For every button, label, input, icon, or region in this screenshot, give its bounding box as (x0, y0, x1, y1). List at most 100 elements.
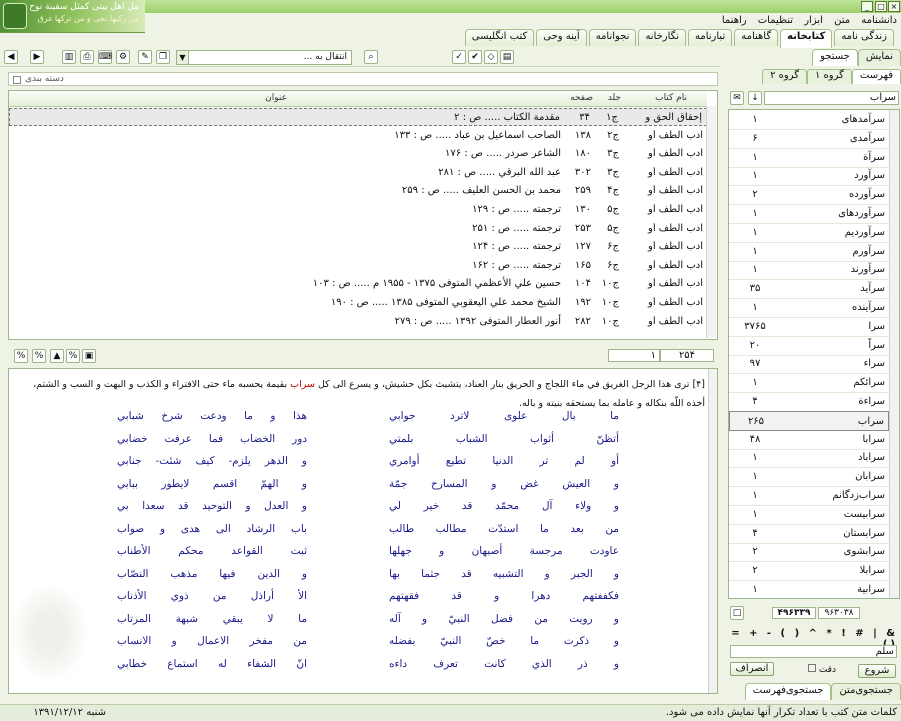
list-item[interactable]: سرابلا ۲ (729, 561, 889, 582)
table-row[interactable]: ادب الطف أو ... ج۱۰ ۱۹۲ الشيخ محمد علي اليع… (9, 294, 707, 312)
list-item[interactable]: سرابیست ۱ (729, 505, 889, 525)
tab-index[interactable]: فهرست (851, 69, 901, 84)
col-book[interactable]: نام کتاب (655, 93, 687, 103)
menu-help[interactable]: راهنما (718, 13, 751, 28)
menu-text[interactable]: متن (830, 13, 854, 28)
tab-journal[interactable]: گاهنامه (734, 29, 779, 46)
category-filter[interactable]: دسته بندی (8, 72, 718, 86)
exact-option[interactable]: دقت (796, 664, 836, 678)
tag-icon[interactable]: ◇ (484, 50, 498, 64)
start-button[interactable]: شروع (858, 664, 896, 678)
bookmark-icon[interactable]: ✔ (468, 50, 482, 64)
tab-genealogy[interactable]: تبارنامه (688, 29, 733, 46)
results-scrollbar[interactable] (706, 106, 716, 338)
menu-settings[interactable]: تنظیمات (754, 13, 797, 28)
mark-icon[interactable]: ✓ (452, 50, 466, 64)
list-item[interactable]: سراءة ۴ (729, 392, 889, 412)
menu-tools[interactable]: ابزار (800, 13, 827, 28)
list-item[interactable]: سرآة ۱ (729, 148, 889, 168)
table-row[interactable]: ادب الطف أو ... ج۵ ۱۳۰ ترجمته ..... ص : ۱۲۹ (9, 201, 707, 219)
list-item[interactable]: سرابان ۱ (729, 467, 889, 488)
tab-group-2[interactable]: گروه ۲ (762, 69, 807, 84)
tab-text-search[interactable]: جستجوی‌متن (831, 683, 901, 700)
col-title[interactable]: عنوان (265, 93, 287, 103)
image-icon[interactable]: ▣ (82, 349, 96, 363)
list-item[interactable]: سرآورد ۱ (729, 166, 889, 187)
tab-index-search[interactable]: جستجوی‌فهرست (744, 683, 832, 700)
list-item[interactable]: سرآینده ۱ (729, 298, 889, 318)
jump-select[interactable]: ▼ انتقال به ... (176, 50, 352, 65)
list-item[interactable]: سرا ۳۷۶۵ (729, 317, 889, 337)
minimize-button[interactable]: _ (861, 1, 873, 12)
note-icon[interactable]: ▤ (500, 50, 514, 64)
list-item[interactable]: سرائكم ۱ (729, 373, 889, 394)
table-row[interactable]: ادب الطف أو ... ج۶ ۱۶۵ ترجمته ..... ص : ۱۶۲ (9, 257, 707, 275)
list-item[interactable]: سرآورده ۲ (729, 185, 889, 206)
category-checkbox[interactable] (13, 76, 21, 84)
list-item[interactable]: سراباد ۱ (729, 448, 889, 469)
list-item[interactable]: سرآوردهای ۱ (729, 204, 889, 224)
clear-icon[interactable]: ✉ (730, 91, 744, 105)
export-icon[interactable]: % (66, 349, 80, 363)
table-row[interactable]: ادب الطف أو ... ج۵ ۲۵۳ ترجمته ..... ص : ۲۵۱ (9, 220, 707, 238)
percent-icon[interactable]: % (32, 349, 46, 363)
tab-display[interactable]: نمایش (857, 49, 901, 66)
table-row[interactable]: ادب الطف أو ... ج۳ ۳۰۲ عبد الله البرقي ....… (9, 164, 707, 182)
tab-english-books[interactable]: کتب انگلیسی (464, 29, 535, 46)
down-arrow-icon[interactable]: ↓ (748, 91, 762, 105)
sort-icon[interactable]: % (14, 349, 28, 363)
tab-group-1[interactable]: گروه ۱ (806, 69, 852, 84)
list-item[interactable]: سرابستان ۴ (729, 524, 889, 544)
keyboard-icon[interactable]: ⌨ (98, 50, 112, 64)
list-item[interactable]: سرآورند ۱ (729, 260, 889, 281)
list-item[interactable]: سرآید ۳۵ (729, 279, 889, 300)
tab-supplications[interactable]: نجوانامه (588, 29, 637, 46)
table-row[interactable]: إحقاق الحق و ... ج۱ ۳۴ مقدمة الكتاب ..... ص… (9, 108, 707, 126)
tab-revelation[interactable]: آینه وحی (536, 29, 587, 46)
index-search-input[interactable]: سراب (764, 91, 899, 105)
col-vol[interactable]: جلد (608, 93, 621, 103)
list-item[interactable]: سرآوردیم ۱ (729, 223, 889, 243)
list-item[interactable]: سراء ۹۷ (729, 354, 889, 375)
table-row[interactable]: ادب الطف أو ... ج۱۰ ۱۰۴ حسين علي الأعظمي ال… (9, 275, 707, 293)
cancel-button[interactable]: انصراف (730, 662, 774, 676)
list-item[interactable]: سرآمدهای ۱ (729, 110, 889, 130)
table-row[interactable]: ادب الطف أو ... ج۴ ۲۵۹ محمد بن الحسن العليف… (9, 182, 707, 200)
table-row[interactable]: ادب الطف أو ... ج۶ ۱۲۷ ترجمته ..... ص : ۱۲۴ (9, 238, 707, 256)
maximize-button[interactable]: □ (875, 1, 887, 12)
col-page[interactable]: صفحه (570, 93, 593, 103)
list-item[interactable]: سرآمدی ۶ (729, 129, 889, 149)
list-item[interactable]: سراً ۲۰ (729, 336, 889, 356)
tab-gallery[interactable]: نگارخانه (638, 29, 686, 46)
text-scrollbar[interactable] (708, 369, 717, 693)
tab-biography[interactable]: زندگی نامه (834, 29, 894, 46)
page-number-input[interactable]: ۱ (608, 349, 660, 362)
word-list-scrollbar[interactable] (889, 110, 899, 598)
query-input[interactable]: سلم (730, 645, 897, 658)
table-row[interactable]: ادب الطف أو ... ج۳ ۱۸۰ الشاعر صردر ..... ص … (9, 145, 707, 163)
print-icon[interactable]: ⎙ (80, 50, 94, 64)
settings-icon[interactable]: ⚙ (116, 50, 130, 64)
columns-icon[interactable]: ▥ (62, 50, 76, 64)
list-item[interactable]: سرابیة ۱ (729, 580, 889, 598)
back-icon[interactable]: ◀ (4, 50, 18, 64)
close-button[interactable]: × (888, 1, 900, 12)
exact-checkbox[interactable] (807, 664, 816, 672)
forward-icon[interactable]: ▶ (30, 50, 44, 64)
table-row[interactable]: ادب الطف أو ... ج۲ ۱۳۸ الصاحب اسماعيل بن عب… (9, 127, 707, 145)
menu-encyclopedia[interactable]: دانشنامه (857, 13, 901, 28)
copy-icon[interactable]: ❐ (156, 50, 170, 64)
table-row[interactable]: ادب الطف أو ... ج۱۰ ۲۸۲ أنور العطار المتوفى… (9, 313, 707, 331)
zoom-icon[interactable]: ⌕ (364, 50, 378, 64)
list-item[interactable]: سرابشوی ۲ (729, 542, 889, 563)
list-item[interactable]: سراب‌زدگانم ۱ (729, 486, 889, 506)
filter-icon[interactable]: ▲ (50, 349, 64, 363)
tab-library[interactable]: کتابخانه (780, 29, 833, 48)
list-item[interactable]: سرآورم ۱ (729, 242, 889, 262)
list-item[interactable]: سرابا ۴۸ (729, 430, 889, 450)
list-item[interactable]: سراب ۲۶۵ (729, 410, 889, 431)
edit-icon[interactable]: ✎ (138, 50, 152, 64)
toggle-icon[interactable]: □ (730, 606, 744, 620)
tab-search[interactable]: جستجو (812, 49, 858, 66)
operator-bar[interactable]: = + - ( ) ^ * ! # | & () (730, 628, 898, 650)
